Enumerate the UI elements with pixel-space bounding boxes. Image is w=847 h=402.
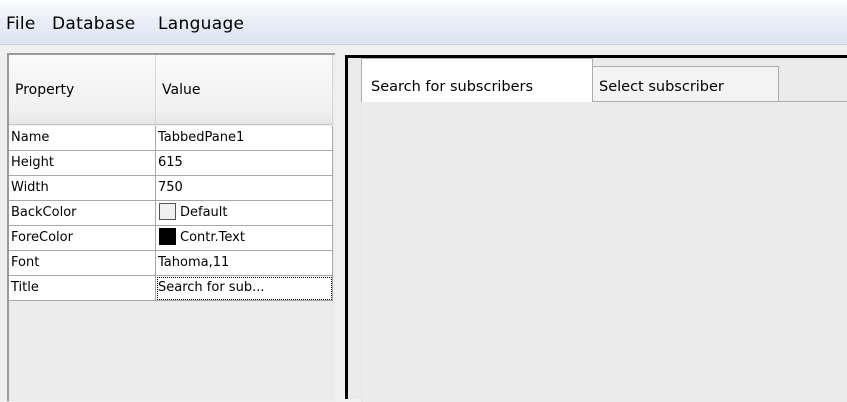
menu-database[interactable]: Database <box>52 14 136 34</box>
property-row-backcolor[interactable]: BackColor Default <box>9 201 335 226</box>
menu-file[interactable]: File <box>6 14 36 34</box>
tab-search-for-subscribers[interactable]: Search for subscribers <box>361 58 593 102</box>
property-row-font[interactable]: Font Tahoma,11 <box>9 251 335 276</box>
column-header-value[interactable]: Value <box>156 55 333 125</box>
property-value[interactable]: TabbedPane1 <box>156 126 333 151</box>
property-value[interactable]: 615 <box>156 151 333 176</box>
color-swatch-icon <box>159 203 176 220</box>
menu-bar: File Database Language <box>0 0 847 45</box>
property-name: Width <box>9 176 156 201</box>
design-area: Search for subscribers Select subscriber <box>345 45 847 402</box>
property-grid: Property Value Name TabbedPane1 Height 6… <box>7 53 335 401</box>
properties-panel: Property Value Name TabbedPane1 Height 6… <box>0 45 336 401</box>
property-name: Font <box>9 251 156 276</box>
menu-language[interactable]: Language <box>158 14 244 34</box>
property-grid-header: Property Value <box>9 55 335 125</box>
property-value[interactable]: 750 <box>156 176 333 201</box>
property-row-height[interactable]: Height 615 <box>9 151 335 176</box>
property-name: Height <box>9 151 156 176</box>
property-row-width[interactable]: Width 750 <box>9 176 335 201</box>
property-name: BackColor <box>9 201 156 226</box>
property-value-text: Default <box>180 205 228 220</box>
property-row-title[interactable]: Title Search for sub... <box>9 276 335 301</box>
panel-splitter[interactable] <box>336 45 345 399</box>
property-value[interactable]: Contr.Text <box>156 226 333 251</box>
property-name: ForeColor <box>9 226 156 251</box>
tab-select-subscriber[interactable]: Select subscriber <box>593 66 779 102</box>
color-swatch-icon <box>159 228 176 245</box>
column-header-property[interactable]: Property <box>9 55 156 125</box>
property-row-forecolor[interactable]: ForeColor Contr.Text <box>9 226 335 251</box>
property-value[interactable]: Tahoma,11 <box>156 251 333 276</box>
property-value-editing[interactable]: Search for sub... <box>156 276 333 301</box>
property-rows: Name TabbedPane1 Height 615 Width 750 Ba… <box>9 126 335 301</box>
form-canvas: Search for subscribers Select subscriber <box>345 55 847 402</box>
property-row-name[interactable]: Name TabbedPane1 <box>9 126 335 151</box>
tab-content-panel <box>361 101 847 402</box>
property-name: Title <box>9 276 156 301</box>
property-value[interactable]: Default <box>156 201 333 226</box>
property-value-text: Contr.Text <box>180 230 245 245</box>
property-name: Name <box>9 126 156 151</box>
